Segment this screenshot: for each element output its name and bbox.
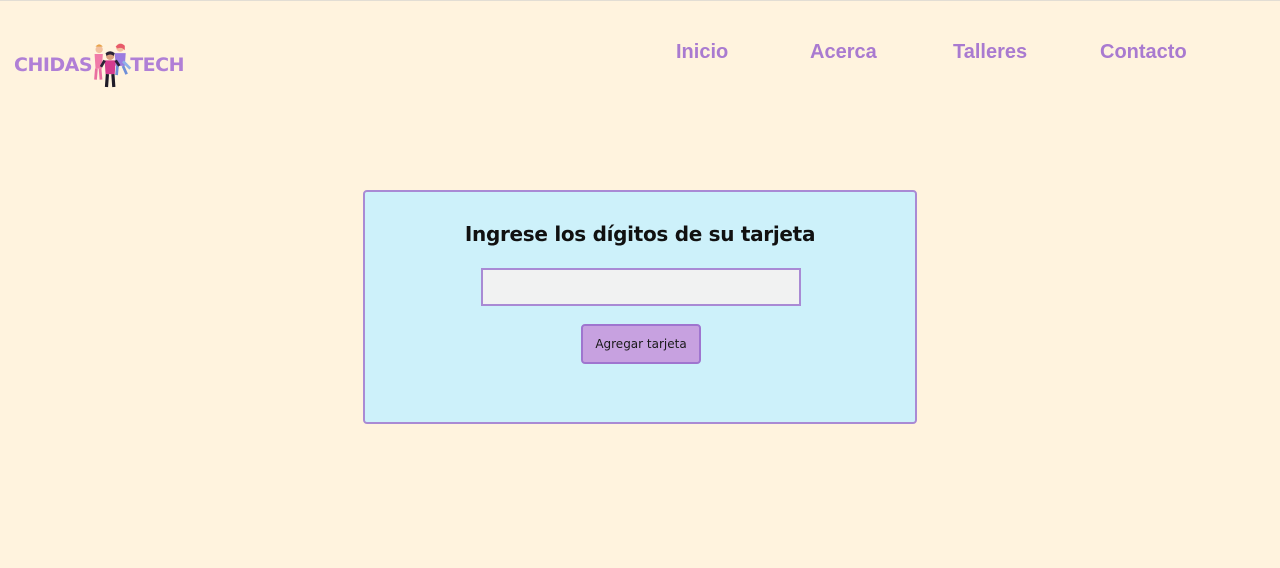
card-title: Ingrese los dígitos de su tarjeta [464, 222, 816, 246]
nav-link-talleres[interactable]: Talleres [953, 39, 1027, 65]
card-entry-panel: Ingrese los dígitos de su tarjeta Agrega… [363, 190, 917, 424]
nav-link-inicio[interactable]: Inicio [676, 39, 728, 65]
site-header: CHIDAS TECH Inicio Acerca Talleres Conta… [0, 1, 1280, 121]
nav-link-acerca[interactable]: Acerca [810, 39, 877, 65]
main-navigation: Inicio Acerca Talleres Contacto [0, 39, 1280, 67]
nav-link-contacto[interactable]: Contacto [1100, 39, 1187, 65]
card-number-input[interactable] [481, 268, 801, 306]
add-card-button[interactable]: Agregar tarjeta [581, 324, 701, 364]
page: CHIDAS TECH Inicio Acerca Talleres Conta… [0, 0, 1280, 568]
